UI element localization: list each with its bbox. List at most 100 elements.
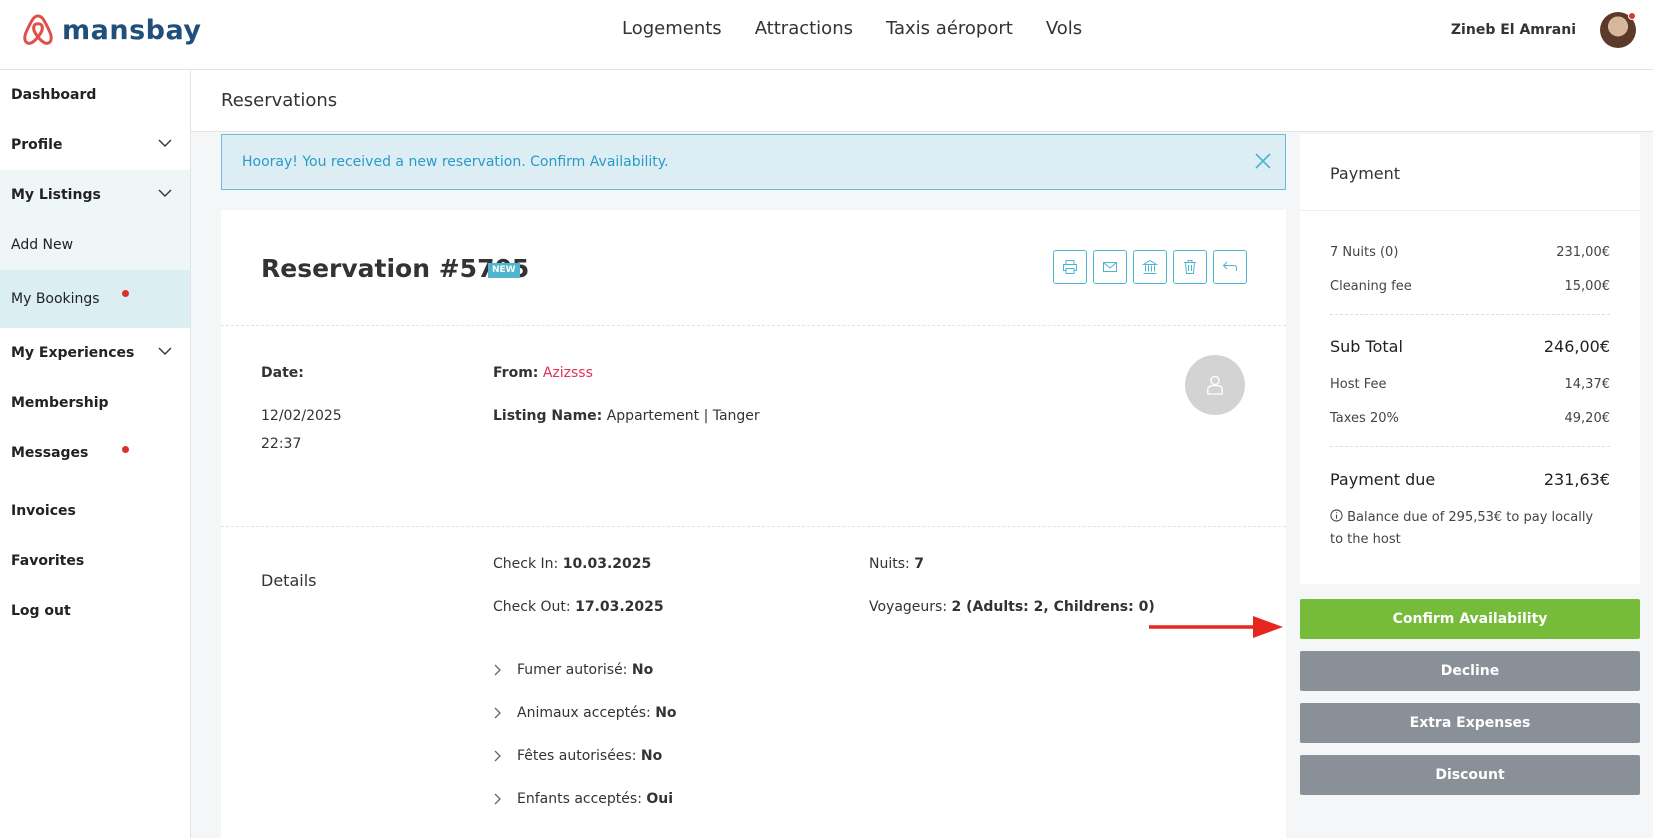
- price-amount: 246,00€: [1543, 337, 1610, 356]
- rule-label: Enfants acceptés:: [517, 791, 642, 807]
- sidebar-item-my-experiences[interactable]: My Experiences: [0, 328, 190, 378]
- reservation-actions: [1053, 250, 1247, 284]
- price-label: 7 Nuits (0): [1330, 245, 1399, 260]
- chevron-down-icon[interactable]: [158, 138, 172, 148]
- sidebar: Dashboard Profile My Listings Add New My…: [0, 70, 191, 838]
- chevron-right-icon: [494, 664, 501, 676]
- brand-name: mansbay: [62, 14, 202, 46]
- check-out-row: Check Out: 17.03.2025: [493, 599, 664, 615]
- sidebar-item-label: Dashboard: [11, 87, 97, 103]
- sidebar-item-messages[interactable]: Messages: [0, 428, 190, 478]
- notification-dot: [122, 446, 129, 453]
- from-label: From:: [493, 365, 539, 381]
- info-icon: [1330, 509, 1343, 522]
- nav-attractions[interactable]: Attractions: [755, 18, 853, 39]
- listing-label: Listing Name:: [493, 408, 603, 424]
- close-icon[interactable]: [1253, 151, 1273, 171]
- divider: [221, 526, 1286, 527]
- chevron-down-icon[interactable]: [158, 188, 172, 198]
- check-out-label: Check Out:: [493, 599, 571, 615]
- rule-label: Fumer autorisé:: [517, 662, 628, 678]
- rule-item[interactable]: Enfants acceptés: Oui: [493, 791, 673, 807]
- listing-row: Listing Name: Appartement | Tanger: [493, 408, 760, 424]
- delete-button[interactable]: [1173, 250, 1207, 284]
- sidebar-item-favorites[interactable]: Favorites: [0, 536, 190, 586]
- rule-value: No: [640, 748, 663, 764]
- cleaning-fee-row: Cleaning fee 15,00€: [1330, 279, 1610, 294]
- rule-value: No: [631, 662, 654, 678]
- rule-item[interactable]: Fumer autorisé: No: [493, 662, 653, 678]
- sidebar-item-label: Invoices: [11, 503, 76, 519]
- sidebar-item-label: Log out: [11, 603, 71, 619]
- chevron-right-icon: [494, 793, 501, 805]
- new-badge: NEW: [488, 263, 520, 278]
- sidebar-item-label: My Bookings: [11, 291, 100, 307]
- chevron-down-icon[interactable]: [158, 346, 172, 356]
- rule-label: Animaux acceptés:: [517, 705, 651, 721]
- nav-taxis-aeroport[interactable]: Taxis aéroport: [886, 18, 1013, 39]
- sidebar-item-invoices[interactable]: Invoices: [0, 486, 190, 536]
- email-button[interactable]: [1093, 250, 1127, 284]
- price-amount: 231,00€: [1556, 245, 1610, 260]
- check-out-date: 17.03.2025: [575, 599, 664, 615]
- sidebar-item-label: Add New: [11, 237, 74, 253]
- price-label: Taxes 20%: [1330, 411, 1399, 426]
- sidebar-item-add-new[interactable]: Add New: [0, 220, 190, 270]
- sidebar-item-profile[interactable]: Profile: [0, 120, 190, 170]
- check-in-row: Check In: 10.03.2025: [493, 556, 651, 572]
- user-icon: [1207, 375, 1223, 395]
- rule-item[interactable]: Fêtes autorisées: No: [493, 748, 662, 764]
- divider: [1300, 210, 1640, 211]
- discount-button[interactable]: Discount: [1300, 755, 1640, 795]
- top-navbar: mansbay Logements Attractions Taxis aéro…: [0, 0, 1653, 70]
- price-label: Host Fee: [1330, 377, 1387, 392]
- user-menu[interactable]: Zineb El Amrani: [1451, 12, 1636, 48]
- balance-note-text: Balance due of 295,53€ to pay locally to…: [1330, 510, 1594, 548]
- airbnb-logo-icon: [23, 14, 53, 45]
- guests-label: Voyageurs:: [869, 599, 948, 615]
- confirm-availability-button[interactable]: Confirm Availability: [1300, 599, 1640, 639]
- sidebar-item-membership[interactable]: Membership: [0, 378, 190, 428]
- reservation-date: 12/02/2025: [261, 408, 342, 424]
- taxes-row: Taxes 20% 49,20€: [1330, 411, 1610, 426]
- user-name[interactable]: Zineb El Amrani: [1451, 22, 1576, 38]
- guest-name-link[interactable]: Azizsss: [543, 365, 593, 381]
- sidebar-item-log-out[interactable]: Log out: [0, 586, 190, 636]
- success-alert: Hooray! You received a new reservation. …: [221, 134, 1286, 190]
- sidebar-item-my-listings[interactable]: My Listings: [0, 170, 190, 220]
- guest-avatar: [1185, 355, 1245, 415]
- divider: [221, 325, 1286, 326]
- sidebar-item-my-bookings[interactable]: My Bookings: [0, 270, 190, 328]
- print-icon: [1063, 260, 1077, 274]
- brand-logo[interactable]: mansbay: [20, 12, 201, 48]
- decline-button[interactable]: Decline: [1300, 651, 1640, 691]
- rule-item[interactable]: Animaux acceptés: No: [493, 705, 677, 721]
- sidebar-item-label: Favorites: [11, 553, 85, 569]
- check-in-date: 10.03.2025: [562, 556, 652, 572]
- page-header: Reservations: [191, 70, 1653, 132]
- rule-label: Fêtes autorisées:: [517, 748, 637, 764]
- balance-note: Balance due of 295,53€ to pay locally to…: [1330, 507, 1610, 551]
- nav-logements[interactable]: Logements: [622, 18, 722, 39]
- host-fee-row: Host Fee 14,37€: [1330, 377, 1610, 392]
- sidebar-item-label: My Experiences: [11, 345, 135, 361]
- sidebar-item-label: My Listings: [11, 187, 101, 203]
- extra-expenses-button[interactable]: Extra Expenses: [1300, 703, 1640, 743]
- print-button[interactable]: [1053, 250, 1087, 284]
- reply-icon: [1222, 261, 1237, 271]
- check-in-label: Check In:: [493, 556, 559, 572]
- chevron-right-icon: [494, 707, 501, 719]
- nights-value: 7: [914, 556, 924, 572]
- bank-button[interactable]: [1133, 250, 1167, 284]
- chevron-right-icon: [494, 750, 501, 762]
- sidebar-item-dashboard[interactable]: Dashboard: [0, 70, 190, 120]
- from-row: From: Azizsss: [493, 365, 593, 381]
- user-avatar[interactable]: [1600, 12, 1636, 48]
- nights-label: Nuits:: [869, 556, 910, 572]
- trash-icon: [1184, 260, 1196, 274]
- back-button[interactable]: [1213, 250, 1247, 284]
- nav-vols[interactable]: Vols: [1046, 18, 1082, 39]
- sidebar-item-label: Profile: [11, 137, 63, 153]
- payment-panel: Payment 7 Nuits (0) 231,00€ Cleaning fee…: [1300, 134, 1640, 584]
- nights-price-row: 7 Nuits (0) 231,00€: [1330, 245, 1610, 260]
